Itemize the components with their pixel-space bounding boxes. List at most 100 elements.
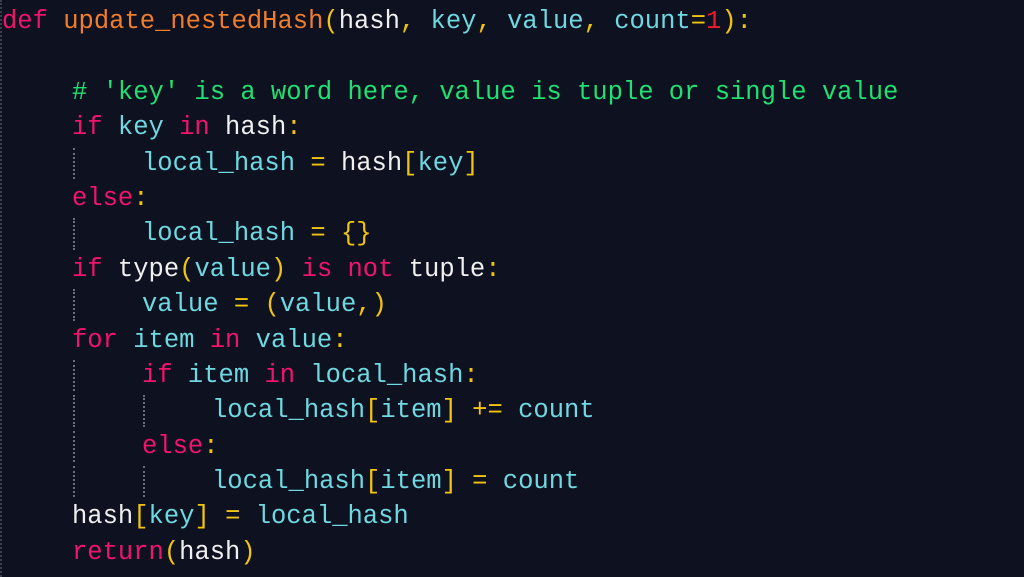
code-line-content: return(hash) <box>2 538 256 567</box>
code-token: ( <box>323 7 339 36</box>
code-token: hash <box>72 502 134 532</box>
code-line-content: local_hash[item] = count <box>2 467 579 496</box>
code-line-content: if key in hash: <box>2 113 302 142</box>
indent-guide <box>73 218 75 250</box>
code-token: ] <box>463 148 479 178</box>
code-token: local_hash <box>295 360 464 390</box>
indent-guide <box>143 395 145 427</box>
code-token: return <box>72 537 164 567</box>
code-token: = <box>209 502 256 532</box>
code-line[interactable]: local_hash = hash[key] <box>2 146 898 181</box>
code-token: ] <box>441 467 457 497</box>
code-token: tuple <box>393 254 486 284</box>
code-token: value <box>279 290 357 320</box>
code-line[interactable]: return(hash) <box>2 535 898 570</box>
code-token: local_hash <box>142 148 296 178</box>
code-line-content: for item in value: <box>2 326 348 355</box>
code-token: key <box>430 7 477 36</box>
code-line[interactable]: value = (value,) <box>2 287 898 322</box>
code-token: = <box>295 148 341 178</box>
code-token: , <box>583 7 615 36</box>
code-token: ) <box>721 7 737 36</box>
code-block[interactable]: def update_nestedHash(hash, key, value, … <box>2 4 898 570</box>
code-token: in <box>209 325 241 355</box>
code-token: [ <box>365 467 381 497</box>
code-token: item <box>117 325 210 355</box>
code-token: , <box>399 7 431 36</box>
code-line[interactable] <box>2 39 898 74</box>
code-token: update_nestedHash <box>63 7 324 36</box>
code-token: : <box>203 431 219 461</box>
code-token: ,) <box>356 290 387 320</box>
code-token: [ <box>365 396 381 426</box>
code-line[interactable]: # 'key' is a word here, value is tuple o… <box>2 75 898 110</box>
code-line[interactable]: hash[key] = local_hash <box>2 499 898 534</box>
code-line[interactable]: def update_nestedHash(hash, key, value, … <box>2 4 898 39</box>
code-token: item <box>380 467 442 497</box>
code-token: : <box>736 7 752 36</box>
code-line[interactable]: if key in hash: <box>2 110 898 145</box>
code-line-content: if type(value) is not tuple: <box>2 255 501 284</box>
code-token: value <box>142 290 219 320</box>
code-token: {} <box>340 219 372 249</box>
code-token: key <box>148 502 195 532</box>
code-token: value <box>507 7 584 36</box>
code-line[interactable]: for item in value: <box>2 323 898 358</box>
code-token: : <box>485 254 501 284</box>
code-token: = <box>456 467 503 497</box>
code-token: [ <box>402 148 418 178</box>
code-token: ( <box>264 290 280 320</box>
code-line[interactable]: local_hash[item] = count <box>2 464 898 499</box>
code-token: key <box>417 148 464 178</box>
code-token: count <box>518 396 595 426</box>
code-token: [ <box>133 502 149 532</box>
code-line[interactable]: else: <box>2 181 898 216</box>
code-token: += <box>456 396 519 426</box>
code-token: ( <box>163 537 180 567</box>
code-line[interactable]: else: <box>2 429 898 464</box>
code-token: count <box>614 7 691 36</box>
code-token: local_hash <box>142 219 296 249</box>
code-line-content: else: <box>2 184 149 213</box>
code-editor[interactable]: def update_nestedHash(hash, key, value, … <box>0 0 1024 577</box>
indent-guide <box>73 430 75 463</box>
code-token: value <box>240 325 333 355</box>
code-line-content: value = (value,) <box>2 290 387 319</box>
code-line-content: # 'key' is a word here, value is tuple o… <box>2 78 898 107</box>
code-token: = <box>218 290 265 320</box>
code-token: if <box>142 360 173 390</box>
code-token: not <box>347 254 394 284</box>
indent-guide <box>73 395 75 427</box>
indent-guide <box>73 147 75 179</box>
code-token: hash <box>338 7 400 36</box>
code-token: count <box>502 467 580 497</box>
code-token: = <box>295 219 341 249</box>
code-token: if <box>72 113 103 143</box>
code-token: = <box>690 7 707 36</box>
code-line-content: local_hash[item] += count <box>2 396 595 425</box>
code-token: is <box>301 254 333 284</box>
code-token: if <box>72 254 103 284</box>
code-token: # 'key' is a word here, value is tuple o… <box>72 77 899 107</box>
code-token: , <box>476 7 508 36</box>
indent-guide <box>143 466 145 498</box>
code-line[interactable]: if type(value) is not tuple: <box>2 252 898 287</box>
code-line[interactable]: local_hash = {} <box>2 216 898 251</box>
code-line[interactable]: if item in local_hash: <box>2 358 898 393</box>
code-token: key <box>102 113 180 143</box>
code-token: item <box>380 396 442 426</box>
code-line-content: else: <box>2 432 219 461</box>
code-token: hash <box>340 148 403 178</box>
code-token: : <box>332 325 348 355</box>
code-token: type <box>102 254 180 284</box>
code-token: for <box>72 325 118 355</box>
code-token: ( <box>179 254 195 284</box>
code-token: hash <box>179 537 241 567</box>
code-token: : <box>286 113 302 143</box>
code-token: ) <box>240 537 256 567</box>
code-line[interactable]: local_hash[item] += count <box>2 393 898 428</box>
indent-guide <box>73 289 75 321</box>
